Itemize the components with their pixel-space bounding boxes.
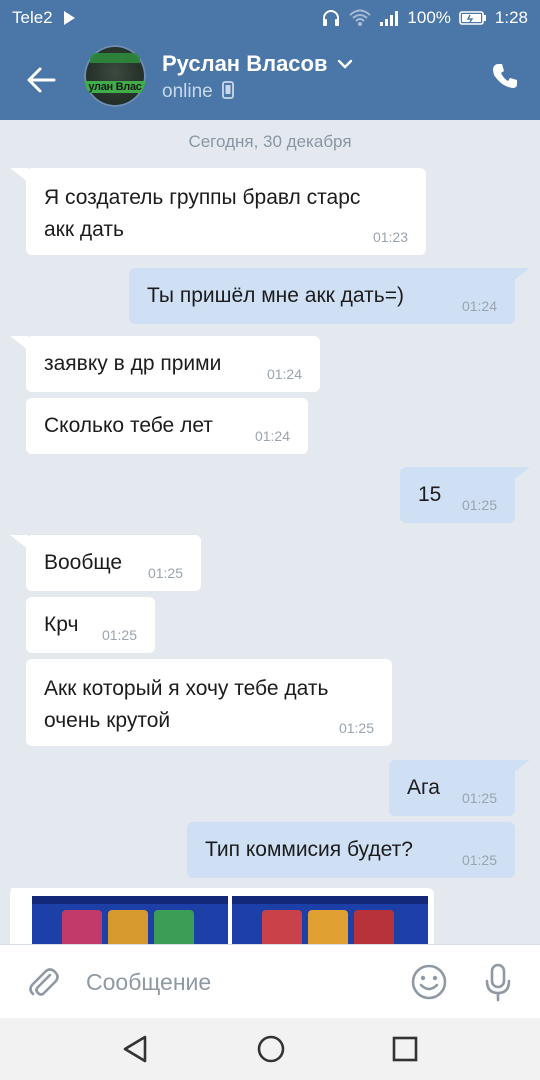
message-incoming[interactable]: Крч 01:25	[26, 597, 155, 653]
image-thumbnail[interactable]	[32, 896, 228, 944]
battery-icon	[459, 11, 486, 25]
clock: 1:28	[494, 8, 528, 27]
nav-home-icon[interactable]	[256, 1034, 286, 1064]
signal-icon	[380, 11, 399, 26]
wifi-icon	[349, 9, 372, 26]
message-incoming[interactable]: заявку в др прими 01:24	[26, 336, 320, 392]
mobile-icon	[222, 81, 234, 99]
message-time: 01:24	[254, 428, 290, 444]
message-text: Ага	[407, 776, 440, 799]
message-text: Вообще	[44, 551, 123, 574]
message-text: Тип коммисия будет?	[205, 838, 413, 861]
date-separator: Сегодня, 30 декабря	[188, 132, 352, 151]
status-text: online	[162, 81, 213, 102]
message-incoming[interactable]: Сколько тебе лет 01:24	[26, 398, 308, 454]
message-time: 01:25	[338, 720, 374, 736]
microphone-icon[interactable]	[484, 963, 512, 1003]
nav-recent-icon[interactable]	[392, 1036, 418, 1062]
message-incoming[interactable]: Вообще 01:25	[26, 535, 201, 591]
message-text: Сколько тебе лет	[44, 414, 213, 437]
phone-icon[interactable]	[490, 61, 520, 91]
message-time: 01:25	[101, 627, 137, 643]
message-time: 01:24	[461, 298, 497, 314]
message-outgoing[interactable]: Тип коммисия будет? 01:25	[187, 822, 515, 878]
message-text: 15	[418, 483, 442, 506]
message-text: Ты пришёл мне акк дать=)	[147, 284, 404, 307]
message-input[interactable]: Сообщение	[86, 969, 211, 996]
message-text: акк дать	[44, 218, 124, 241]
avatar[interactable]: улан Влас	[84, 45, 146, 107]
avatar-banner	[90, 53, 140, 63]
headphones-icon	[323, 10, 340, 26]
chat-header: улан Влас Руслан Власов online	[0, 36, 540, 120]
message-time: 01:25	[461, 790, 497, 806]
message-incoming[interactable]: Я создатель группы бравл старс акк дать …	[26, 168, 426, 255]
status-bar: Tele2 100% 1:28	[0, 0, 540, 36]
system-nav-bar	[0, 1018, 540, 1080]
play-icon	[63, 11, 75, 25]
back-button[interactable]	[22, 60, 62, 100]
carrier-label: Tele2	[12, 8, 53, 27]
message-text: очень крутой	[44, 709, 171, 732]
message-time: 01:25	[461, 852, 497, 868]
message-incoming-images[interactable]	[10, 888, 434, 944]
paperclip-icon[interactable]	[26, 965, 60, 1001]
contact-name[interactable]: Руслан Власов	[162, 51, 328, 77]
message-time: 01:25	[461, 497, 497, 513]
contact-status: online	[162, 81, 234, 103]
message-time: 01:23	[372, 229, 408, 245]
message-text: Крч	[44, 613, 79, 636]
message-time: 01:25	[147, 565, 183, 581]
message-input-bar: Сообщение	[0, 944, 540, 1018]
message-outgoing[interactable]: Ты пришёл мне акк дать=) 01:24	[129, 268, 515, 324]
message-text: Я создатель группы бравл старс	[44, 186, 361, 209]
message-text: заявку в др прими	[44, 352, 222, 375]
chevron-down-icon[interactable]	[336, 58, 354, 70]
battery-percent: 100%	[407, 8, 451, 27]
message-outgoing[interactable]: 15 01:25	[400, 467, 515, 523]
image-thumbnail[interactable]	[232, 896, 428, 944]
message-outgoing[interactable]: Ага 01:25	[389, 760, 515, 816]
smile-icon[interactable]	[410, 963, 448, 1001]
message-incoming[interactable]: Акк который я хочу тебе дать очень круто…	[26, 659, 392, 746]
chat-area[interactable]: Сегодня, 30 декабря Я создатель группы б…	[0, 120, 540, 944]
nav-back-icon[interactable]	[121, 1034, 149, 1064]
arrow-left-icon	[27, 67, 56, 93]
avatar-text: улан Влас	[84, 81, 146, 93]
message-time: 01:24	[266, 366, 302, 382]
message-text: Акк который я хочу тебе дать	[44, 677, 329, 700]
